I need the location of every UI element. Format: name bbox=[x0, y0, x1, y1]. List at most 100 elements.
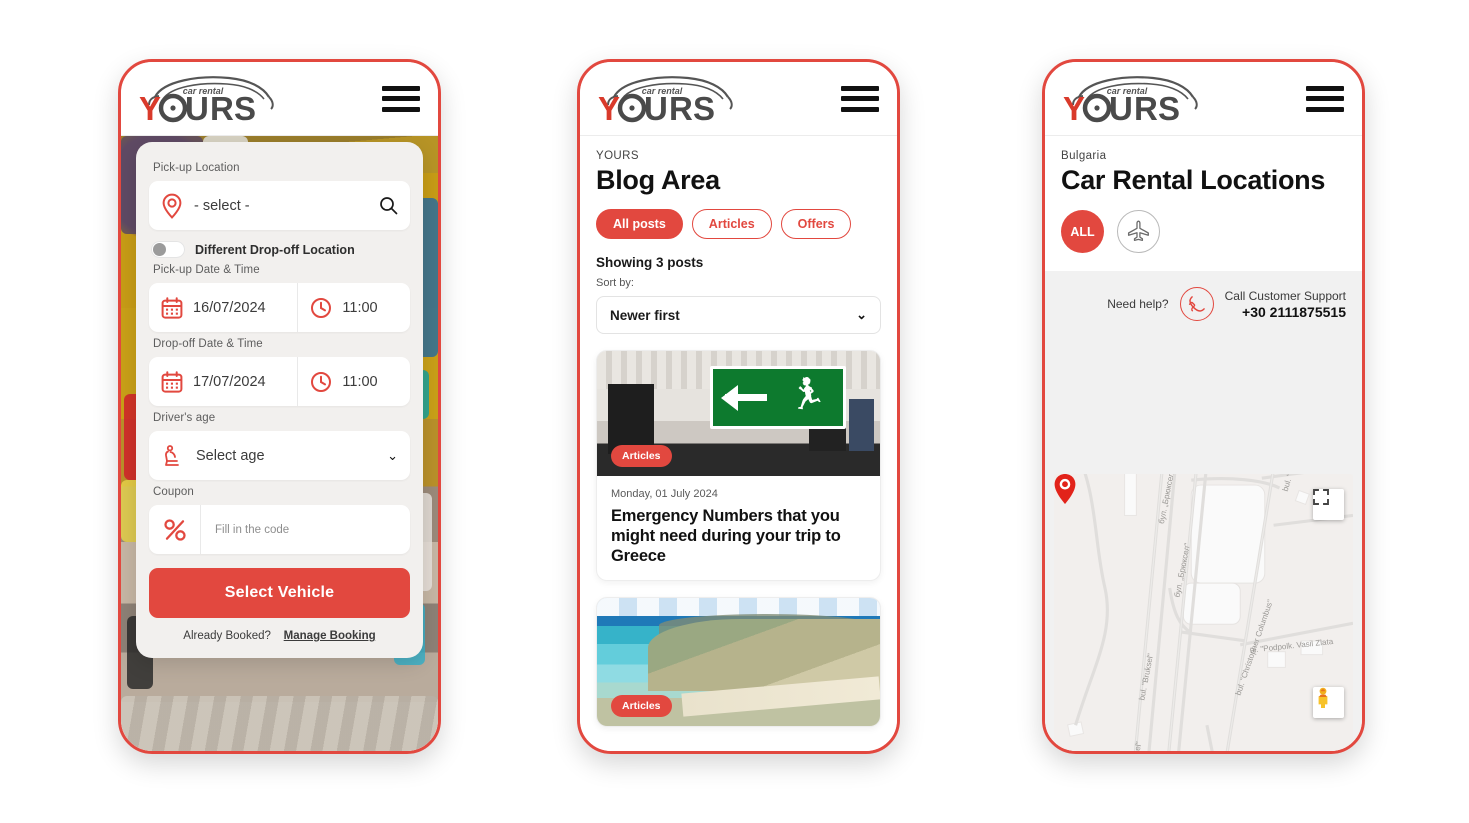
hamburger-line bbox=[1306, 96, 1344, 101]
location-marker-icon[interactable] bbox=[1054, 474, 1076, 504]
hamburger-menu-button[interactable] bbox=[841, 85, 879, 112]
yours-logo[interactable]: car rental Y U R S bbox=[1061, 75, 1201, 123]
blog-eyebrow: YOURS bbox=[596, 150, 639, 162]
coupon-input[interactable]: Fill in the code bbox=[201, 505, 289, 554]
post-body: Monday, 01 July 2024 Emergency Numbers t… bbox=[597, 476, 880, 580]
phone2-screen: car rental Y U R S YOURS Blog Area All p… bbox=[580, 62, 897, 751]
phone1-header: car rental Y U R S bbox=[121, 62, 438, 136]
map-pin-icon bbox=[162, 193, 182, 219]
emergency-exit-sign bbox=[710, 366, 847, 429]
fullscreen-button[interactable] bbox=[1313, 489, 1344, 520]
chevron-down-icon: ⌄ bbox=[856, 307, 867, 322]
post-image-emergency-exit: Articles bbox=[597, 351, 880, 476]
driver-age-value: Select age bbox=[196, 447, 265, 464]
tab-articles[interactable]: Articles bbox=[691, 209, 772, 239]
hamburger-menu-button[interactable] bbox=[382, 85, 420, 112]
phone-mockup-locations: car rental Y U R S Bulgaria Car Rental L… bbox=[1042, 59, 1365, 754]
post-date: Monday, 01 July 2024 bbox=[611, 488, 718, 500]
post-title: Emergency Numbers that you might need du… bbox=[611, 507, 841, 566]
hamburger-line bbox=[841, 85, 879, 91]
svg-text:S: S bbox=[1158, 90, 1180, 123]
yours-logo[interactable]: car rental Y U R S bbox=[137, 75, 277, 123]
dropoff-time-field[interactable]: 11:00 bbox=[298, 357, 410, 406]
door-panel bbox=[848, 398, 875, 451]
hamburger-line bbox=[382, 85, 420, 91]
clock-icon bbox=[311, 297, 332, 318]
svg-text:U: U bbox=[185, 90, 209, 123]
svg-text:S: S bbox=[693, 90, 715, 123]
street-view-pegman-button[interactable] bbox=[1313, 687, 1344, 718]
support-phone-number[interactable]: +30 2111875515 bbox=[1225, 304, 1346, 320]
dropoff-datetime-label: Drop-off Date & Time bbox=[153, 338, 263, 350]
pickup-location-field[interactable]: - select - bbox=[149, 181, 410, 230]
svg-text:Y: Y bbox=[1063, 90, 1085, 123]
calendar-icon bbox=[161, 296, 183, 319]
hamburger-line bbox=[382, 96, 420, 101]
locations-header: Bulgaria Car Rental Locations ALL bbox=[1045, 136, 1362, 271]
filter-all-button[interactable]: ALL bbox=[1061, 210, 1104, 253]
pickup-date-field[interactable]: 16/07/2024 bbox=[149, 283, 299, 332]
blog-content: YOURS Blog Area All posts Articles Offer… bbox=[580, 136, 897, 751]
phone-handset-icon[interactable] bbox=[1179, 287, 1214, 321]
street-view-pegman-icon bbox=[1318, 687, 1328, 708]
clock-icon bbox=[311, 371, 332, 392]
svg-text:Y: Y bbox=[139, 90, 161, 123]
hamburger-line bbox=[1306, 85, 1344, 91]
svg-text:U: U bbox=[644, 90, 668, 123]
sort-by-label: Sort by: bbox=[596, 277, 634, 289]
pickup-date-value: 16/07/2024 bbox=[193, 299, 266, 316]
hamburger-menu-button[interactable] bbox=[1306, 85, 1344, 112]
different-dropoff-toggle[interactable] bbox=[151, 241, 185, 258]
svg-text:S: S bbox=[234, 90, 256, 123]
customer-support-row: Need help? Call Customer Support +30 211… bbox=[1045, 271, 1362, 333]
post-tag-badge[interactable]: Articles bbox=[611, 445, 672, 467]
coupon-field[interactable]: Fill in the code bbox=[149, 505, 410, 554]
phone2-header: car rental Y U R S bbox=[580, 62, 897, 136]
page-title: Car Rental Locations bbox=[1061, 165, 1326, 195]
locations-map[interactable]: бул. „Брюксел" бул. „Брюксел" bul. "Bruk… bbox=[1054, 474, 1353, 751]
pickup-location-value: - select - bbox=[194, 197, 250, 214]
svg-text:U: U bbox=[1109, 90, 1133, 123]
yours-logo[interactable]: car rental Y U R S bbox=[596, 75, 736, 123]
filter-airport-button[interactable] bbox=[1117, 210, 1160, 253]
post-tag-badge[interactable]: Articles bbox=[611, 695, 672, 718]
svg-text:R: R bbox=[210, 90, 234, 123]
booking-form-card: Pick-up Location - select - Different Dr… bbox=[136, 142, 423, 658]
already-booked-row: Already Booked? Manage Booking bbox=[149, 630, 410, 642]
hero-cobblestone bbox=[121, 695, 438, 751]
screenshot-canvas: car rental Y U R S Pick-up Location - se… bbox=[0, 0, 1469, 823]
page-title: Blog Area bbox=[596, 165, 720, 195]
chevron-down-icon: ⌄ bbox=[387, 447, 398, 463]
tab-offers[interactable]: Offers bbox=[780, 209, 852, 239]
sort-by-select[interactable]: Newer first ⌄ bbox=[596, 296, 881, 334]
phone3-header: car rental Y U R S bbox=[1045, 62, 1362, 136]
dropoff-time-value: 11:00 bbox=[342, 373, 378, 390]
car-seat-icon bbox=[165, 444, 179, 466]
airplane-icon bbox=[1127, 220, 1149, 242]
fullscreen-icon bbox=[1313, 489, 1329, 505]
pickup-time-value: 11:00 bbox=[342, 299, 378, 316]
running-person-icon bbox=[781, 369, 843, 426]
pickup-time-field[interactable]: 11:00 bbox=[298, 283, 410, 332]
search-icon[interactable] bbox=[379, 196, 398, 215]
showing-count: Showing 3 posts bbox=[596, 255, 704, 270]
select-vehicle-button[interactable]: Select Vehicle bbox=[149, 568, 410, 618]
tab-all-posts[interactable]: All posts bbox=[596, 209, 683, 239]
dropoff-datetime-row: 17/07/2024 11:00 bbox=[149, 357, 410, 406]
wall-dark-left bbox=[608, 383, 654, 454]
dropoff-toggle-row[interactable]: Different Drop-off Location bbox=[151, 241, 410, 258]
blog-post-card[interactable]: Articles Monday, 01 July 2024 Emergency … bbox=[596, 350, 881, 582]
support-text: Call Customer Support +30 2111875515 bbox=[1225, 289, 1346, 320]
blog-post-card[interactable]: Articles bbox=[596, 597, 881, 728]
svg-text:R: R bbox=[669, 90, 693, 123]
phone-mockup-blog: car rental Y U R S YOURS Blog Area All p… bbox=[577, 59, 900, 754]
need-help-label: Need help? bbox=[1107, 297, 1169, 311]
dropoff-date-field[interactable]: 17/07/2024 bbox=[149, 357, 299, 406]
phone-mockup-booking: car rental Y U R S Pick-up Location - se… bbox=[118, 59, 441, 754]
country-label: Bulgaria bbox=[1061, 150, 1107, 162]
call-support-label: Call Customer Support bbox=[1224, 288, 1346, 303]
dropoff-date-value: 17/07/2024 bbox=[193, 373, 266, 390]
manage-booking-link[interactable]: Manage Booking bbox=[284, 630, 376, 642]
driver-age-select[interactable]: Select age ⌄ bbox=[149, 431, 410, 480]
svg-text:Y: Y bbox=[598, 90, 620, 123]
